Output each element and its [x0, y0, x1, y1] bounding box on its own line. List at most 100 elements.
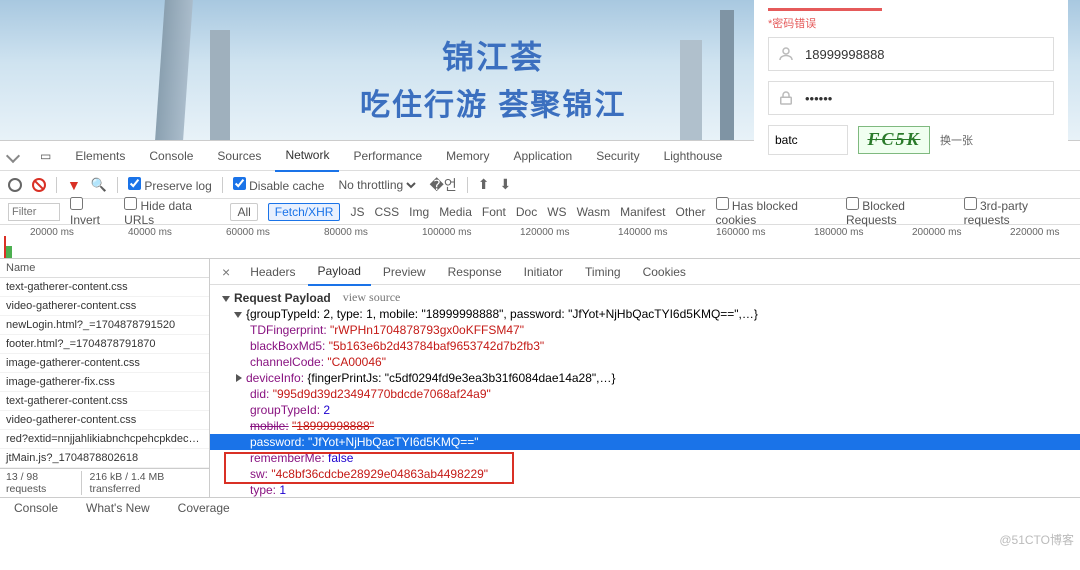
- request-item[interactable]: footer.html?_=1704878791870: [0, 335, 209, 354]
- tab-preview[interactable]: Preview: [373, 259, 436, 285]
- payload-field[interactable]: type: 1: [210, 482, 1080, 497]
- payload-field[interactable]: deviceInfo: {fingerPrintJs: "c5df0294fd9…: [210, 370, 1080, 386]
- drawer-tab-coverage[interactable]: Coverage: [164, 498, 244, 521]
- captcha-input[interactable]: [768, 125, 848, 155]
- network-timeline[interactable]: 20000 ms 40000 ms 60000 ms 80000 ms 1000…: [0, 225, 1080, 259]
- type-other[interactable]: Other: [676, 205, 706, 219]
- expand-icon[interactable]: [222, 296, 230, 302]
- filter-input[interactable]: [8, 203, 60, 221]
- type-doc[interactable]: Doc: [516, 205, 537, 219]
- invert-checkbox[interactable]: Invert: [70, 197, 114, 227]
- payload-field[interactable]: blackBoxMd5: "5b163e6b2d43784baf9653742d…: [210, 338, 1080, 354]
- type-css[interactable]: CSS: [374, 205, 399, 219]
- tower-decoration: [210, 30, 230, 140]
- payload-field[interactable]: rememberMe: false: [210, 450, 1080, 466]
- timeline-marker: [4, 236, 6, 258]
- tab-elements[interactable]: Elements: [65, 141, 135, 171]
- payload-summary: {groupTypeId: 2, type: 1, mobile: "18999…: [246, 307, 758, 321]
- request-item[interactable]: text-gatherer-content.css: [0, 392, 209, 411]
- tab-sources[interactable]: Sources: [207, 141, 271, 171]
- view-source-link[interactable]: view source: [343, 290, 401, 305]
- type-wasm[interactable]: Wasm: [577, 205, 611, 219]
- hero-title-2: 吃住行游 荟聚锦江: [360, 80, 626, 124]
- download-icon[interactable]: ⬇: [499, 176, 511, 193]
- type-img[interactable]: Img: [409, 205, 429, 219]
- payload-field[interactable]: mobile: "18999998888": [210, 418, 1080, 434]
- payload-field[interactable]: TDFingerprint: "rWPHn1704878793gx0oKFFSM…: [210, 322, 1080, 338]
- tab-performance[interactable]: Performance: [343, 141, 432, 171]
- payload-field[interactable]: sw: "4c8bf36cdcbe28929e04863ab4498229": [210, 466, 1080, 482]
- tab-response[interactable]: Response: [438, 259, 512, 285]
- request-list: Name text-gatherer-content.cssvideo-gath…: [0, 259, 210, 497]
- request-item[interactable]: red?extid=nnjjahlikiabnchcpehcpkdeckfg..: [0, 430, 209, 449]
- type-fetch-xhr[interactable]: Fetch/XHR: [268, 203, 341, 221]
- tab-cookies[interactable]: Cookies: [633, 259, 696, 285]
- request-item[interactable]: image-gatherer-content.css: [0, 354, 209, 373]
- tab-security[interactable]: Security: [586, 141, 649, 171]
- request-item[interactable]: jtMain.js?_1704878802618: [0, 449, 209, 468]
- tab-memory[interactable]: Memory: [436, 141, 499, 171]
- inspect-icon[interactable]: [6, 148, 20, 162]
- request-item[interactable]: video-gatherer-content.css: [0, 411, 209, 430]
- captcha-refresh-link[interactable]: 换一张: [940, 132, 973, 148]
- network-toolbar: ▼ 🔍 Preserve log Disable cache No thrott…: [0, 171, 1080, 199]
- drawer-tab-console[interactable]: Console: [0, 498, 72, 521]
- tab-payload[interactable]: Payload: [308, 258, 371, 286]
- tab-headers[interactable]: Headers: [240, 259, 305, 285]
- close-detail-icon[interactable]: ×: [214, 259, 238, 285]
- expand-icon[interactable]: [236, 374, 242, 382]
- filter-icon[interactable]: ▼: [67, 177, 81, 193]
- drawer-tab-whats-new[interactable]: What's New: [72, 498, 164, 521]
- type-manifest[interactable]: Manifest: [620, 205, 665, 219]
- upload-icon[interactable]: ⬆: [478, 176, 490, 193]
- request-item[interactable]: text-gatherer-content.css: [0, 278, 209, 297]
- third-party-checkbox[interactable]: 3rd-party requests: [964, 197, 1072, 227]
- tab-network[interactable]: Network: [275, 140, 339, 172]
- hide-data-urls-checkbox[interactable]: Hide data URLs: [124, 197, 220, 227]
- tower-decoration: [720, 10, 734, 140]
- payload-field[interactable]: did: "995d9d39d23494770bdcde7068af24a9": [210, 386, 1080, 402]
- blocked-requests-checkbox[interactable]: Blocked Requests: [846, 197, 954, 227]
- preserve-log-checkbox[interactable]: Preserve log: [128, 177, 212, 193]
- tower-decoration: [680, 40, 702, 140]
- tab-console[interactable]: Console: [139, 141, 203, 171]
- has-blocked-cookies-checkbox[interactable]: Has blocked cookies: [716, 197, 836, 227]
- request-item[interactable]: video-gatherer-content.css: [0, 297, 209, 316]
- tab-application[interactable]: Application: [504, 141, 583, 171]
- detail-tabs: × Headers Payload Preview Response Initi…: [210, 259, 1080, 285]
- device-toggle-icon[interactable]: ▭: [30, 141, 61, 171]
- disable-cache-checkbox[interactable]: Disable cache: [233, 177, 325, 193]
- tab-initiator[interactable]: Initiator: [514, 259, 573, 285]
- type-js[interactable]: JS: [350, 205, 364, 219]
- payload-field[interactable]: channelCode: "CA00046": [210, 354, 1080, 370]
- login-error-text: *密码错误: [768, 15, 1054, 31]
- request-list-header: Name: [0, 259, 209, 278]
- tower-decoration: [155, 0, 193, 140]
- request-item[interactable]: image-gatherer-fix.css: [0, 373, 209, 392]
- expand-icon[interactable]: [234, 312, 242, 318]
- request-list-footer: 13 / 98 requests 216 kB / 1.4 MB transfe…: [0, 468, 209, 497]
- login-card: *密码错误 FC5K 换一张: [754, 0, 1068, 165]
- network-filter-bar: Invert Hide data URLs All Fetch/XHR JS C…: [0, 199, 1080, 225]
- request-item[interactable]: newLogin.html?_=1704878791520: [0, 316, 209, 335]
- type-all[interactable]: All: [230, 203, 257, 221]
- throttling-select[interactable]: No throttling: [334, 177, 419, 193]
- payload-section-title: Request Payload: [234, 291, 331, 305]
- type-font[interactable]: Font: [482, 205, 506, 219]
- devtools-drawer: Console What's New Coverage: [0, 497, 1080, 521]
- tab-timing[interactable]: Timing: [575, 259, 631, 285]
- clear-button[interactable]: [32, 178, 46, 192]
- devtools-panel: ▭ Elements Console Sources Network Perfo…: [0, 140, 1080, 521]
- payload-field[interactable]: groupTypeId: 2: [210, 402, 1080, 418]
- password-input[interactable]: [805, 91, 1045, 106]
- phone-input[interactable]: [805, 47, 1045, 62]
- captcha-image[interactable]: FC5K: [858, 126, 930, 154]
- payload-field[interactable]: password: "JfYot+NjHbQacTYI6d5KMQ==": [210, 434, 1080, 450]
- tab-lighthouse[interactable]: Lighthouse: [654, 141, 733, 171]
- type-media[interactable]: Media: [439, 205, 472, 219]
- wifi-icon[interactable]: �언: [429, 175, 456, 195]
- login-tab-indicator: [768, 8, 882, 11]
- record-button[interactable]: [8, 178, 22, 192]
- type-ws[interactable]: WS: [547, 205, 566, 219]
- search-icon[interactable]: 🔍: [91, 177, 107, 193]
